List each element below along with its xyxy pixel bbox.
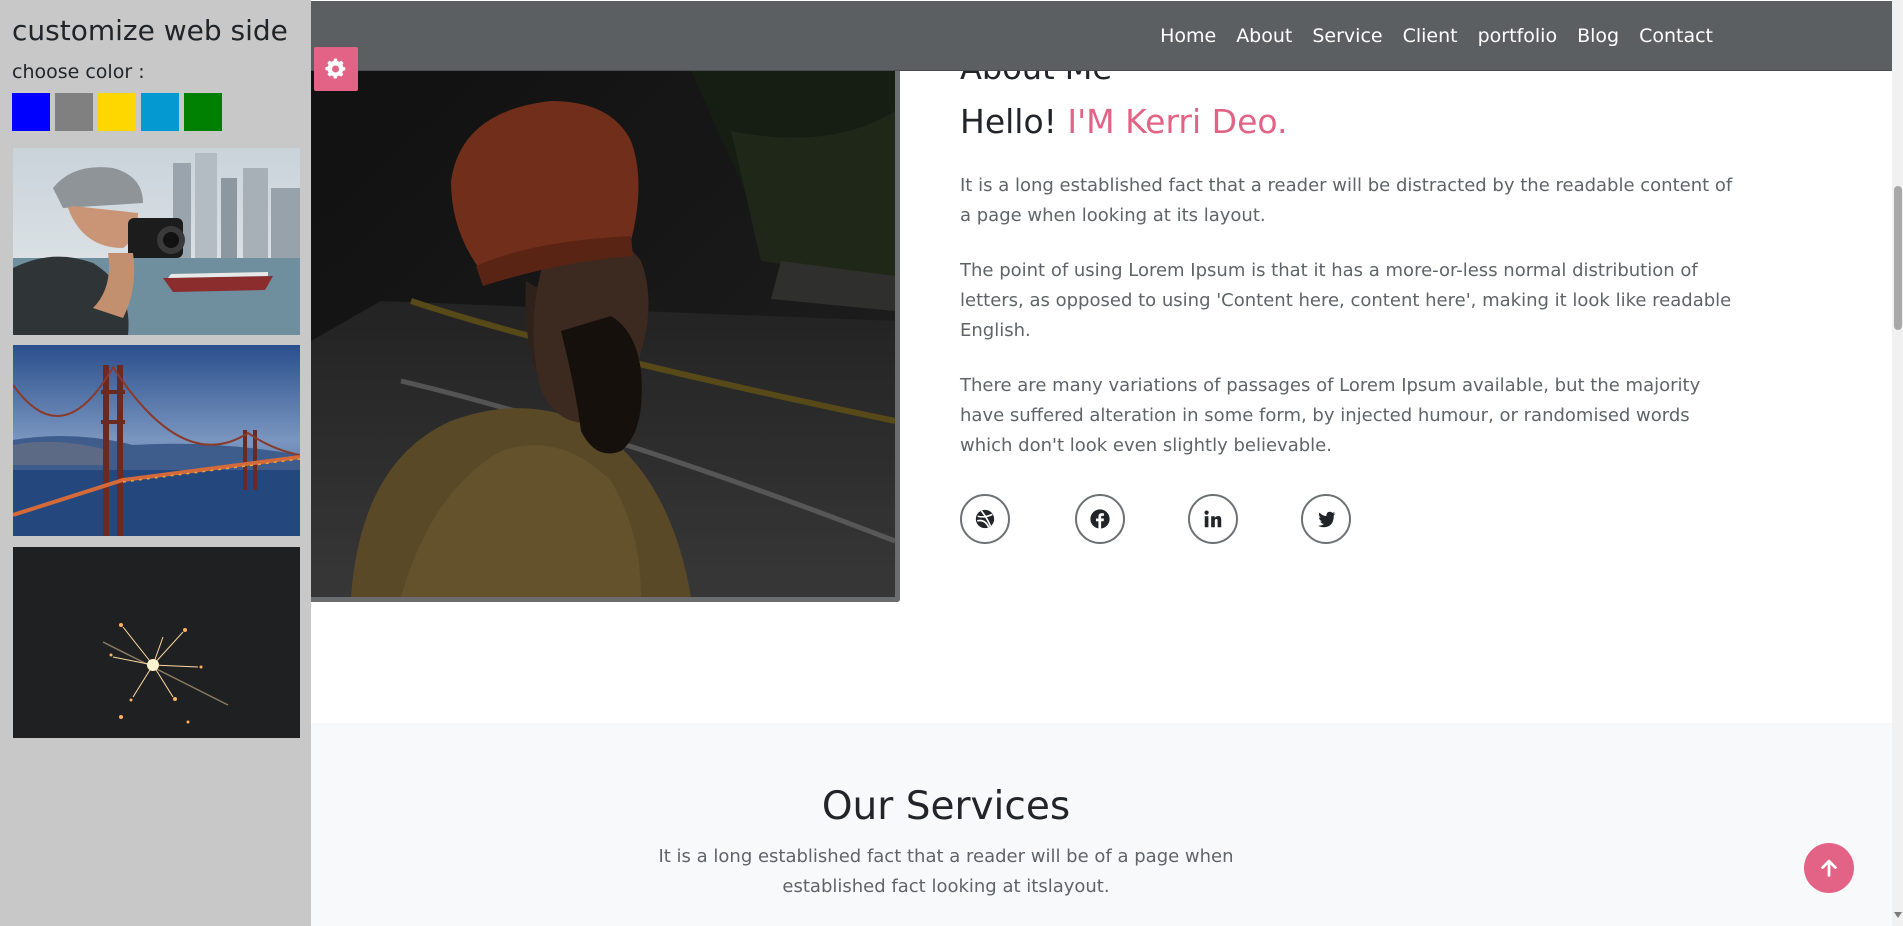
nav-service[interactable]: Service	[1312, 25, 1382, 47]
color-swatch-green[interactable]	[184, 93, 222, 131]
color-swatch-blue[interactable]	[12, 93, 50, 131]
nav-home[interactable]: Home	[1160, 25, 1216, 47]
gear-icon	[325, 58, 346, 79]
facebook-icon	[1090, 509, 1110, 529]
nav-links: Home About Service Client portfolio Blog…	[1140, 1, 1713, 71]
linkedin-button[interactable]	[1188, 494, 1238, 544]
background-thumb-photographer[interactable]	[13, 148, 300, 335]
sparkler-image	[13, 547, 300, 738]
customize-panel: customize web side choose color :	[0, 0, 311, 926]
nav-contact[interactable]: Contact	[1639, 25, 1713, 47]
about-paragraph: The point of using Lorem Ipsum is that i…	[960, 260, 1732, 341]
panel-title: customize web side	[12, 14, 288, 47]
facebook-button[interactable]	[1075, 494, 1125, 544]
scrollbar-thumb[interactable]	[1894, 186, 1902, 330]
nav-blog[interactable]: Blog	[1577, 25, 1619, 47]
nav-client[interactable]: Client	[1403, 25, 1458, 47]
background-thumb-bridge[interactable]	[13, 345, 300, 536]
services-title: Our Services	[821, 784, 1071, 829]
hello-heading: Hello! I'M Kerri Deo.	[960, 97, 1742, 147]
hello-text: Hello!	[960, 102, 1057, 141]
about-paragraph: It is a long established fact that a rea…	[960, 175, 1733, 226]
about-paragraph: There are many variations of passages of…	[960, 375, 1701, 456]
settings-toggle-button[interactable]	[314, 47, 358, 91]
nav-portfolio[interactable]: portfolio	[1478, 25, 1557, 47]
dribbble-icon	[975, 509, 995, 529]
color-swatch-gray[interactable]	[55, 93, 93, 131]
choose-color-label: choose color :	[12, 61, 145, 83]
twitter-button[interactable]	[1301, 494, 1351, 544]
background-thumb-sparkler[interactable]	[13, 547, 300, 738]
nav-about[interactable]: About	[1236, 25, 1292, 47]
color-swatches	[12, 93, 227, 131]
page-scrollbar[interactable]	[1892, 0, 1903, 926]
linkedin-icon	[1204, 510, 1222, 528]
scroll-down-arrow-icon[interactable]	[1894, 912, 1902, 918]
arrow-up-icon	[1821, 859, 1837, 877]
twitter-icon	[1318, 511, 1336, 528]
golden-gate-bridge-image	[13, 345, 300, 536]
about-photo	[311, 71, 900, 602]
about-section: About Me Hello! I'M Kerri Deo. It is a l…	[960, 48, 1742, 461]
scroll-top-button[interactable]	[1804, 843, 1854, 893]
hello-name: I'M Kerri Deo.	[1067, 102, 1288, 141]
services-section: Our Services It is a long established fa…	[311, 723, 1892, 926]
color-swatch-yellow[interactable]	[98, 93, 136, 131]
bearded-man-photo	[311, 71, 895, 597]
dribbble-button[interactable]	[960, 494, 1010, 544]
photographer-city-image	[13, 148, 300, 335]
color-swatch-cyan[interactable]	[141, 93, 179, 131]
navbar: Home About Service Client portfolio Blog…	[311, 1, 1892, 71]
services-subtitle: It is a long established fact that a rea…	[658, 846, 1234, 897]
